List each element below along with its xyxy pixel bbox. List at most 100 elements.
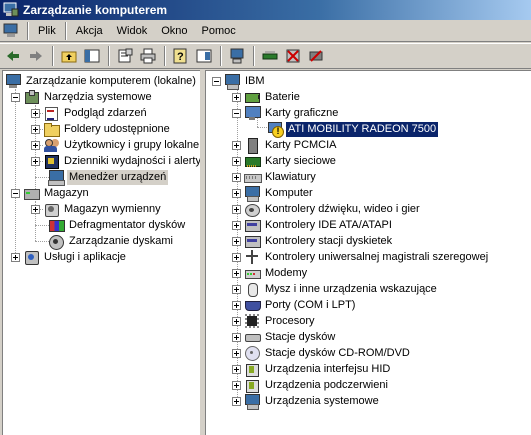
expand-toggle[interactable]: [31, 156, 40, 166]
expand-toggle[interactable]: [232, 188, 241, 198]
tree-item-performance-logs[interactable]: Dzienniki wydajności i alerty: [31, 153, 200, 169]
tree-item-storage[interactable]: Magazyn: [11, 185, 91, 201]
tree-item-local-users-groups[interactable]: Użytkownicy i grupy lokalne: [31, 137, 200, 153]
expand-toggle[interactable]: [232, 92, 241, 102]
tree-item-system-tools[interactable]: Narzędzia systemowe: [11, 89, 154, 105]
forward-button[interactable]: [25, 45, 47, 67]
tree-item-ibm[interactable]: IBM: [212, 73, 267, 90]
expand-toggle[interactable]: [232, 380, 241, 390]
collapse-toggle[interactable]: [212, 76, 221, 86]
tree-item-sound-video-game[interactable]: Kontrolery dźwięku, wideo i gier: [232, 201, 422, 217]
expand-toggle[interactable]: [232, 268, 241, 278]
expand-toggle[interactable]: [31, 140, 40, 150]
device-computer-button[interactable]: [226, 45, 248, 67]
toolbar-separator: [164, 46, 166, 66]
menu-window[interactable]: Okno: [154, 22, 194, 40]
collapse-toggle[interactable]: [11, 188, 20, 198]
tree-item-ports[interactable]: Porty (COM i LPT): [232, 297, 357, 313]
help-button[interactable]: ?: [170, 45, 192, 67]
tree-item-removable-storage[interactable]: Magazyn wymienny: [31, 201, 163, 217]
tree-item-shared-folders[interactable]: Foldery udostępnione: [31, 121, 172, 137]
processor-icon: [244, 313, 260, 329]
expand-toggle[interactable]: [232, 236, 241, 246]
expand-toggle[interactable]: [31, 124, 40, 134]
expand-toggle[interactable]: [232, 316, 241, 326]
tree-item-label: Defragmentator dysków: [69, 218, 186, 231]
tree-item-ide-controllers[interactable]: Kontrolery IDE ATA/ATAPI: [232, 217, 394, 233]
properties-button[interactable]: [114, 45, 136, 67]
tree-item-device-manager[interactable]: Menedżer urządzeń: [45, 169, 169, 186]
expand-toggle[interactable]: [232, 204, 241, 214]
tree-item-services-applications[interactable]: Usługi i aplikacje: [11, 249, 128, 265]
tree-item-keyboards[interactable]: Klawiatury: [232, 169, 318, 185]
device-manager-icon: [48, 169, 65, 186]
update-driver-button[interactable]: [282, 45, 304, 67]
expand-toggle[interactable]: [31, 204, 40, 214]
tree-item-cdrom-dvd[interactable]: Stacje dysków CD-ROM/DVD: [232, 345, 412, 361]
tree-item-hid-devices[interactable]: Urządzenia interfejsu HID: [232, 361, 392, 377]
menu-file[interactable]: Plik: [31, 22, 63, 40]
expand-toggle[interactable]: [232, 348, 241, 358]
tree-item-disk-defragmenter[interactable]: Defragmentator dysków: [45, 217, 187, 233]
back-button[interactable]: [2, 45, 24, 67]
tree-item-network-adapters[interactable]: Karty sieciowe: [232, 153, 338, 169]
tree-item-event-viewer[interactable]: Podgląd zdarzeń: [31, 105, 149, 121]
collapse-toggle[interactable]: [11, 92, 20, 102]
tree-item-label: Karty PCMCIA: [265, 138, 337, 151]
menu-action[interactable]: Akcja: [69, 22, 110, 40]
expand-toggle[interactable]: [232, 172, 241, 182]
tree-item-infrared-devices[interactable]: Urządzenia podczerwieni: [232, 377, 390, 393]
forward-arrow-icon: [30, 51, 42, 61]
storage-icon: [23, 185, 40, 201]
expand-toggle[interactable]: [232, 220, 241, 230]
tree-item-disk-drives[interactable]: Stacje dysków: [232, 329, 337, 345]
tree-item-processors[interactable]: Procesory: [232, 313, 317, 329]
tree-item-pcmcia[interactable]: Karty PCMCIA: [232, 137, 339, 154]
tree-item-label: Procesory: [265, 314, 315, 327]
tree-item-usb-controllers[interactable]: Kontrolery uniwersalnej magistrali szere…: [232, 249, 490, 265]
scan-hardware-button[interactable]: [259, 45, 281, 67]
tree-item-label: Stacje dysków CD-ROM/DVD: [265, 346, 410, 359]
tree-item-mice[interactable]: Mysz i inne urządzenia wskazujące: [232, 281, 439, 297]
expand-toggle[interactable]: [232, 300, 241, 310]
expand-toggle[interactable]: [31, 108, 40, 118]
tree-item-ati-radeon[interactable]: ATI MOBILITY RADEON 7500: [264, 121, 439, 138]
network-card-icon: [244, 153, 261, 169]
mmc-console-icon[interactable]: [3, 23, 19, 39]
expand-toggle[interactable]: [232, 156, 241, 166]
expand-toggle[interactable]: [232, 396, 241, 406]
menu-bar: Plik Akcja Widok Okno Pomoc: [0, 20, 531, 42]
tree-item-label: Urządzenia systemowe: [265, 394, 379, 407]
tree-item-label: Baterie: [265, 90, 300, 103]
tree-item-computer-management[interactable]: Zarządzanie komputerem (lokalne): [5, 73, 198, 89]
tree-item-display-adapters[interactable]: Karty graficzne: [232, 105, 340, 121]
up-one-level-button[interactable]: [58, 45, 80, 67]
tree-item-batteries[interactable]: Baterie: [232, 89, 302, 105]
print-button[interactable]: [137, 45, 159, 67]
device-tree-pane[interactable]: IBM Baterie Karty graficzne ATI MOBILITY…: [205, 70, 531, 435]
collapse-toggle[interactable]: [232, 108, 241, 118]
expand-toggle[interactable]: [232, 140, 241, 150]
tree-item-label: Użytkownicy i grupy lokalne: [64, 138, 200, 151]
expand-toggle[interactable]: [232, 364, 241, 374]
export-list-icon: [196, 49, 212, 63]
infrared-device-icon: [244, 377, 260, 393]
tree-item-computer[interactable]: Komputer: [232, 185, 315, 202]
console-tree-pane[interactable]: Zarządzanie komputerem (lokalne) Narzędz…: [2, 70, 200, 435]
show-hide-tree-button[interactable]: [81, 45, 103, 67]
tree-item-disk-management[interactable]: Zarządzanie dyskami: [45, 233, 175, 250]
tree-item-system-devices[interactable]: Urządzenia systemowe: [232, 393, 381, 410]
tree-item-modems[interactable]: Modemy: [232, 265, 309, 281]
menu-help[interactable]: Pomoc: [195, 22, 243, 40]
expand-toggle[interactable]: [232, 252, 241, 262]
expand-toggle[interactable]: [11, 252, 20, 262]
export-list-button[interactable]: [193, 45, 215, 67]
modem-icon: [244, 265, 261, 281]
expand-toggle[interactable]: [232, 284, 241, 294]
uninstall-button[interactable]: [305, 45, 327, 67]
tree-item-floppy-controllers[interactable]: Kontrolery stacji dyskietek: [232, 233, 394, 249]
menu-view[interactable]: Widok: [110, 22, 155, 40]
expand-toggle[interactable]: [232, 332, 241, 342]
device-warning-icon: [267, 121, 284, 138]
uninstall-icon: [309, 50, 323, 62]
